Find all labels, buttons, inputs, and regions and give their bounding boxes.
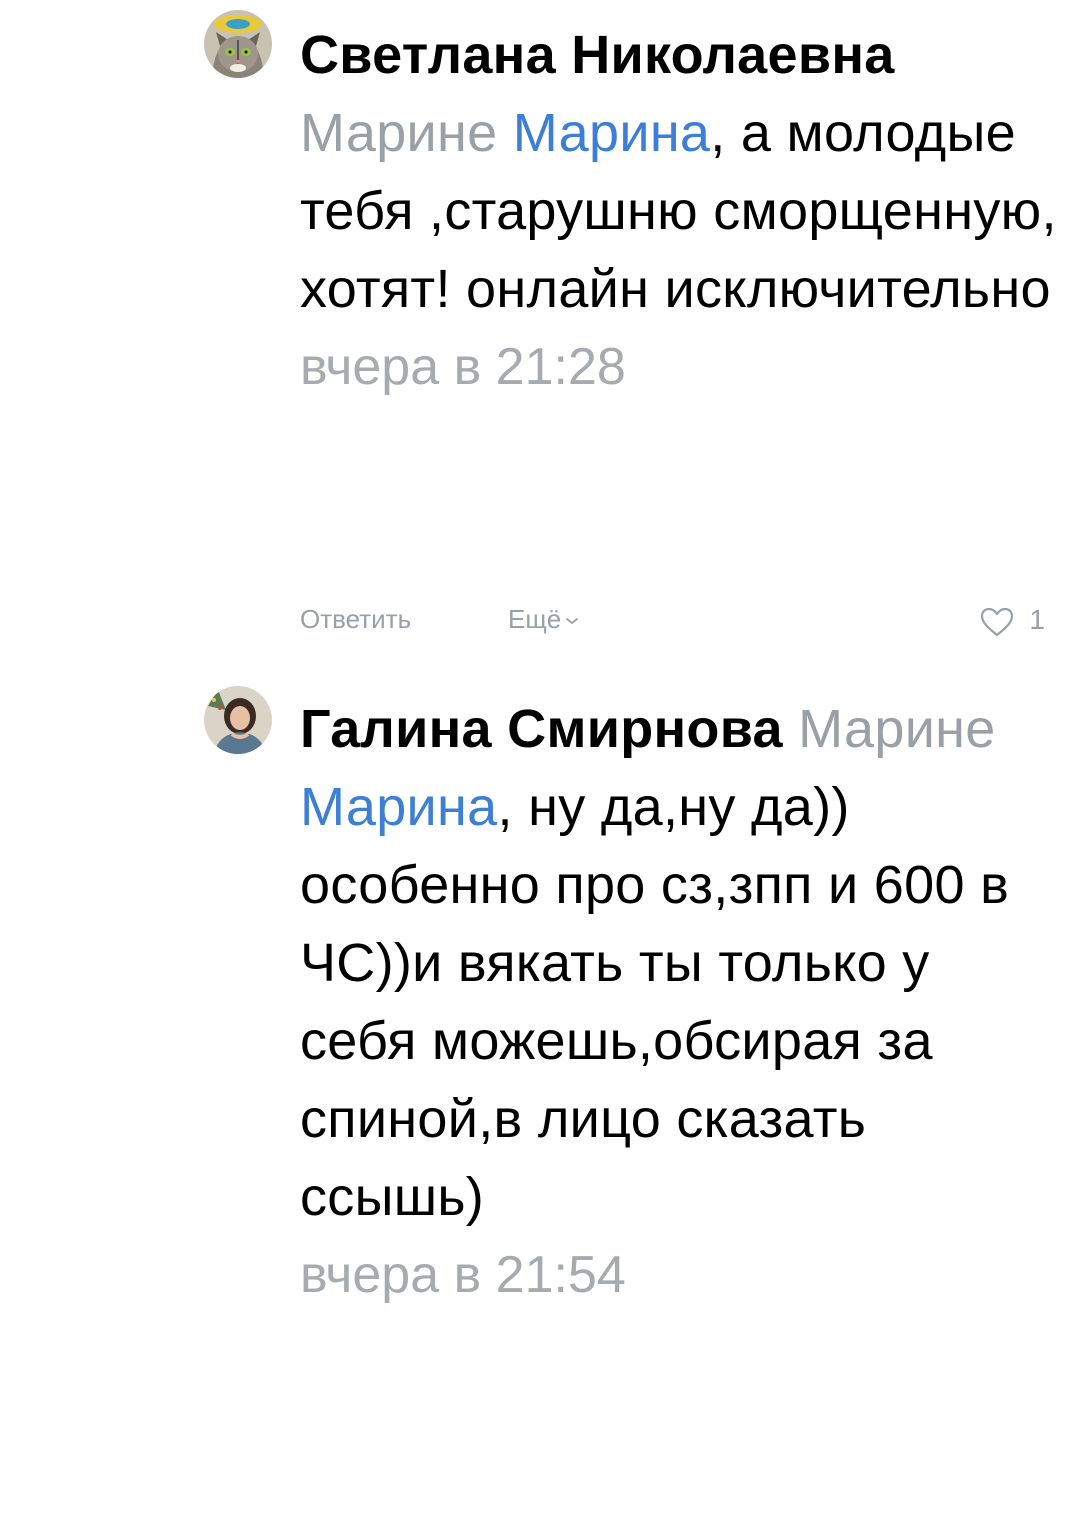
comment-actions: Ответить Ещё 1: [300, 604, 1045, 644]
comment-body: Галина Смирнова Марине Марина, ну да,ну …: [300, 690, 1060, 1310]
like-button[interactable]: 1: [979, 604, 1045, 638]
reply-button[interactable]: Ответить: [300, 604, 411, 635]
avatar[interactable]: [204, 686, 272, 754]
cat-avatar-image: [204, 10, 272, 78]
like-count: 1: [1029, 604, 1045, 635]
comment-text: , ну да,ну да)) особенно про сз,зпп и 60…: [300, 777, 1010, 1227]
more-button[interactable]: Ещё: [508, 604, 579, 635]
author-name[interactable]: Светлана Николаевна: [300, 25, 895, 85]
mention-link[interactable]: Марина: [513, 103, 710, 163]
comment-content: Светлана Николаевна Марине Марина, а мол…: [300, 16, 1060, 328]
comment: Светлана Николаевна Марине Марина, а мол…: [0, 0, 1080, 660]
comment: Галина Смирнова Марине Марина, ну да,ну …: [0, 660, 1080, 1513]
chevron-down-icon: [566, 618, 579, 625]
comment-body: Светлана Николаевна Марине Марина, а мол…: [300, 16, 1060, 402]
reply-to-name[interactable]: Марине: [300, 103, 497, 163]
timestamp: вчера в 21:54: [300, 1246, 626, 1304]
reply-to-name[interactable]: Марине: [798, 699, 995, 759]
more-label: Ещё: [508, 604, 562, 634]
heart-outline-icon: [981, 608, 1014, 637]
avatar[interactable]: [204, 10, 272, 78]
timestamp: вчера в 21:28: [300, 338, 626, 396]
comment-content: Галина Смирнова Марине Марина, ну да,ну …: [300, 690, 1060, 1236]
mention-link[interactable]: Марина: [300, 777, 497, 837]
woman-avatar-image: [204, 686, 272, 754]
author-name[interactable]: Галина Смирнова: [300, 699, 783, 759]
